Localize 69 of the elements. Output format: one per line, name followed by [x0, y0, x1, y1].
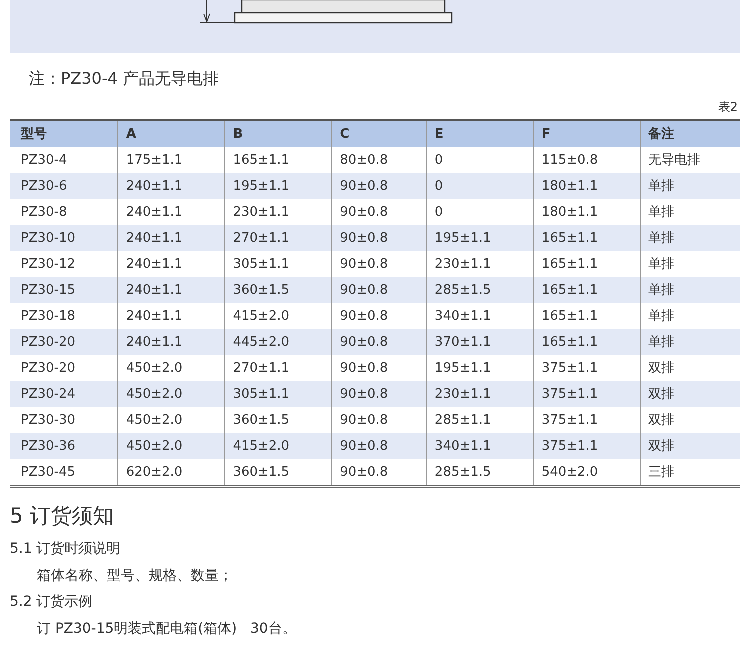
body-text: 箱体名称、型号、规格、数量；: [36, 567, 234, 585]
table-cell: PZ30-12: [10, 251, 118, 277]
column-header: 型号: [10, 120, 118, 147]
table-cell: 240±1.1: [118, 225, 225, 251]
table-cell: 270±1.1: [224, 225, 332, 251]
table-cell: 195±1.1: [224, 173, 332, 199]
table-cell: 620±2.0: [118, 459, 225, 486]
body-text: 订 PZ30-15明装式配电箱(箱体) 30台。: [36, 620, 298, 638]
table-cell: PZ30-24: [10, 381, 118, 407]
table-cell: 375±1.1: [533, 381, 640, 407]
table-cell: PZ30-30: [10, 407, 118, 433]
table-cell: 双排: [640, 433, 740, 459]
table-cell: 540±2.0: [533, 459, 640, 486]
table-cell: 90±0.8: [332, 381, 426, 407]
table-cell: 单排: [640, 329, 740, 355]
table-cell: PZ30-20: [10, 355, 118, 381]
table-cell: 90±0.8: [332, 329, 426, 355]
table-cell: PZ30-45: [10, 459, 118, 486]
table-cell: 450±2.0: [118, 433, 225, 459]
table-cell: PZ30-8: [10, 199, 118, 225]
table-cell: 240±1.1: [118, 329, 225, 355]
table-cell: 单排: [640, 225, 740, 251]
table-cell: 195±1.1: [426, 225, 534, 251]
table-cell: 90±0.8: [332, 459, 426, 486]
table-cell: 单排: [640, 277, 740, 303]
column-header: F: [533, 120, 640, 147]
table-cell: PZ30-36: [10, 433, 118, 459]
column-header: C: [332, 120, 426, 147]
subheading: 5.1 订货时须说明: [10, 540, 122, 558]
table-cell: 360±1.5: [224, 459, 332, 486]
table-cell: 180±1.1: [533, 173, 640, 199]
table-cell: 三排: [640, 459, 740, 486]
table-cell: 165±1.1: [533, 277, 640, 303]
table-cell: 90±0.8: [332, 433, 426, 459]
table-cell: 165±1.1: [533, 225, 640, 251]
table-cell: 90±0.8: [332, 225, 426, 251]
note-text: 注：PZ30-4 产品无导电排: [28, 68, 220, 90]
column-header: E: [426, 120, 534, 147]
table-cell: PZ30-20: [10, 329, 118, 355]
table-cell: 240±1.1: [118, 277, 225, 303]
table-cell: 90±0.8: [332, 173, 426, 199]
table-cell: PZ30-4: [10, 147, 118, 173]
table-cell: 单排: [640, 173, 740, 199]
section-heading: 5 订货须知: [10, 503, 116, 530]
table-cell: 双排: [640, 381, 740, 407]
table-cell: 90±0.8: [332, 277, 426, 303]
table-cell: 165±1.1: [533, 329, 640, 355]
table-cell: 285±1.5: [426, 277, 534, 303]
table-cell: 340±1.1: [426, 433, 534, 459]
table-cell: 375±1.1: [533, 433, 640, 459]
column-header: A: [118, 120, 225, 147]
table-cell: 230±1.1: [426, 381, 534, 407]
table-cell: 285±1.5: [426, 459, 534, 486]
column-header: 备注: [640, 120, 740, 147]
table-cell: PZ30-6: [10, 173, 118, 199]
table-cell: 370±1.1: [426, 329, 534, 355]
table-cell: PZ30-18: [10, 303, 118, 329]
table-cell: 305±1.1: [224, 381, 332, 407]
table-cell: 0: [426, 173, 534, 199]
table-cell: 360±1.5: [224, 277, 332, 303]
table-cell: 240±1.1: [118, 173, 225, 199]
table-cell: 415±2.0: [224, 433, 332, 459]
column-header: B: [224, 120, 332, 147]
table-cell: PZ30-10: [10, 225, 118, 251]
table-caption: 表2: [718, 99, 738, 116]
table-cell: 450±2.0: [118, 381, 225, 407]
subheading: 5.2 订货示例: [10, 593, 94, 611]
table-cell: 445±2.0: [224, 329, 332, 355]
table-cell: PZ30-15: [10, 277, 118, 303]
